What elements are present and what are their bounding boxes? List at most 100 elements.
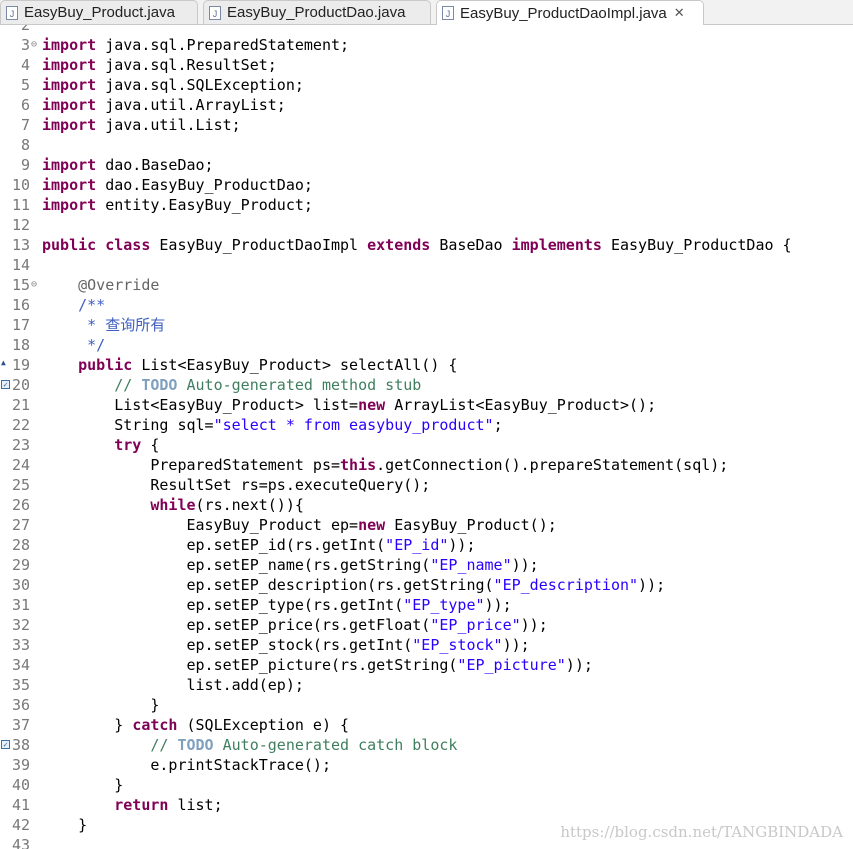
code-text: e.printStackTrace(); bbox=[42, 755, 331, 775]
token: BaseDao bbox=[430, 236, 512, 254]
token: e.printStackTrace(); bbox=[42, 756, 331, 774]
code-line[interactable]: 27 EasyBuy_Product ep=new EasyBuy_Produc… bbox=[0, 515, 853, 535]
token-kw: this bbox=[340, 456, 377, 474]
code-line[interactable]: 15 ⊖ @Override bbox=[0, 275, 853, 295]
code-line[interactable]: 17 * 查询所有 bbox=[0, 315, 853, 335]
tab-easybuy-productdao[interactable]: J EasyBuy_ProductDao.java bbox=[203, 0, 431, 24]
code-line[interactable]: 37 } catch (SQLException e) { bbox=[0, 715, 853, 735]
code-line[interactable]: 11 import entity.EasyBuy_Product; bbox=[0, 195, 853, 215]
override-marker-icon[interactable]: ▲ bbox=[1, 358, 6, 367]
code-line[interactable]: 10 import dao.EasyBuy_ProductDao; bbox=[0, 175, 853, 195]
line-number: 21 bbox=[11, 396, 30, 414]
token-kw: class bbox=[105, 236, 151, 254]
code-line[interactable]: 4 import java.sql.ResultSet; bbox=[0, 55, 853, 75]
code-line[interactable]: 29 ep.setEP_name(rs.getString("EP_name")… bbox=[0, 555, 853, 575]
token-doc: * 查询所有 bbox=[87, 316, 166, 334]
token-str: "EP_type" bbox=[403, 596, 485, 614]
line-number: 32 bbox=[11, 616, 30, 634]
code-line[interactable]: 7 import java.util.List; bbox=[0, 115, 853, 135]
code-text: try { bbox=[42, 435, 159, 455]
code-text: ep.setEP_stock(rs.getInt("EP_stock")); bbox=[42, 635, 529, 655]
token: ep.setEP_type(rs.getInt( bbox=[42, 596, 404, 614]
code-line[interactable]: 22 String sql="select * from easybuy_pro… bbox=[0, 415, 853, 435]
code-editor[interactable]: 2 3 ⊖ import java.sql.PreparedStatement; 4 im… bbox=[0, 25, 853, 849]
token: ; bbox=[493, 416, 503, 434]
line-number: 28 bbox=[11, 536, 30, 554]
code-line[interactable]: 32 ep.setEP_price(rs.getFloat("EP_price"… bbox=[0, 615, 853, 635]
code-line[interactable]: 41 return list; bbox=[0, 795, 853, 815]
token-kw: while bbox=[150, 496, 196, 514]
code-line[interactable]: 6 import java.util.ArrayList; bbox=[0, 95, 853, 115]
code-line[interactable]: 2 bbox=[0, 25, 853, 35]
token: { bbox=[141, 436, 160, 454]
code-line[interactable]: 30 ep.setEP_description(rs.getString("EP… bbox=[0, 575, 853, 595]
code-line[interactable]: 12 bbox=[0, 215, 853, 235]
code-line[interactable]: 21 List<EasyBuy_Product> list=new ArrayL… bbox=[0, 395, 853, 415]
code-line[interactable]: 28 ep.setEP_id(rs.getInt("EP_id")); bbox=[0, 535, 853, 555]
token-kw: public bbox=[78, 356, 133, 374]
tab-easybuy-productdaoimpl[interactable]: J EasyBuy_ProductDaoImpl.java ✕ bbox=[436, 0, 704, 25]
code-text: import dao.BaseDao; bbox=[42, 155, 214, 175]
token-kw: return bbox=[114, 796, 169, 814]
token-kw: catch bbox=[132, 716, 178, 734]
code-text: // TODO Auto-generated catch block bbox=[42, 735, 457, 755]
token-kw: import bbox=[42, 176, 97, 194]
code-text: import java.sql.SQLException; bbox=[42, 75, 304, 95]
code-line[interactable]: 18 */ bbox=[0, 335, 853, 355]
code-line[interactable]: 19 ▲ public List<EasyBuy_Product> selectA… bbox=[0, 355, 853, 375]
code-line[interactable]: 20 ✓ // TODO Auto-generated method stub bbox=[0, 375, 853, 395]
token: )); bbox=[520, 616, 548, 634]
line-number: 27 bbox=[11, 516, 30, 534]
line-number: 9 bbox=[20, 156, 30, 174]
code-line[interactable]: 33 ep.setEP_stock(rs.getInt("EP_stock"))… bbox=[0, 635, 853, 655]
token: list.add(ep); bbox=[42, 676, 304, 694]
task-marker-icon[interactable]: ✓ bbox=[1, 380, 10, 389]
task-marker-icon[interactable]: ✓ bbox=[1, 740, 10, 749]
line-number: 15 bbox=[11, 276, 30, 294]
code-line[interactable]: 26 while(rs.next()){ bbox=[0, 495, 853, 515]
close-tab-icon[interactable]: ✕ bbox=[674, 5, 685, 21]
token-str: "EP_description" bbox=[493, 576, 639, 594]
code-text: ep.setEP_name(rs.getString("EP_name")); bbox=[42, 555, 539, 575]
tab-easybuy-product[interactable]: J EasyBuy_Product.java bbox=[0, 0, 198, 24]
code-line[interactable]: 13 public class EasyBuy_ProductDaoImpl ex… bbox=[0, 235, 853, 255]
code-line[interactable]: 24 PreparedStatement ps=this.getConnecti… bbox=[0, 455, 853, 475]
line-number: 39 bbox=[11, 756, 30, 774]
code-text: while(rs.next()){ bbox=[42, 495, 304, 515]
tab-label: EasyBuy_ProductDaoImpl.java bbox=[460, 4, 667, 22]
token-kw: try bbox=[114, 436, 142, 454]
code-text: */ bbox=[42, 335, 105, 355]
code-text: PreparedStatement ps=this.getConnection(… bbox=[42, 455, 728, 475]
tab-label: EasyBuy_Product.java bbox=[24, 4, 175, 21]
token: (SQLException e) { bbox=[177, 716, 350, 734]
token: )); bbox=[511, 556, 539, 574]
token: java.util.ArrayList; bbox=[96, 96, 286, 114]
fold-toggle-icon[interactable]: ⊖ bbox=[31, 39, 37, 51]
code-line[interactable]: 36 } bbox=[0, 695, 853, 715]
code-line[interactable]: 38 ✓ // TODO Auto-generated catch block bbox=[0, 735, 853, 755]
code-line[interactable]: 34 ep.setEP_picture(rs.getString("EP_pic… bbox=[0, 655, 853, 675]
token: } bbox=[42, 816, 88, 834]
code-line[interactable]: 3 ⊖ import java.sql.PreparedStatement; bbox=[0, 35, 853, 55]
code-line[interactable]: 31 ep.setEP_type(rs.getInt("EP_type")); bbox=[0, 595, 853, 615]
code-line[interactable]: 39 e.printStackTrace(); bbox=[0, 755, 853, 775]
code-line[interactable]: 23 try { bbox=[0, 435, 853, 455]
code-line[interactable]: 5 import java.sql.SQLException; bbox=[0, 75, 853, 95]
code-line[interactable]: 25 ResultSet rs=ps.executeQuery(); bbox=[0, 475, 853, 495]
code-line[interactable]: 8 bbox=[0, 135, 853, 155]
code-line[interactable]: 9 import dao.BaseDao; bbox=[0, 155, 853, 175]
line-number: 35 bbox=[11, 676, 30, 694]
token: ArrayList<EasyBuy_Product>(); bbox=[385, 396, 657, 414]
token-cm: // bbox=[150, 736, 178, 754]
code-line[interactable]: 14 bbox=[0, 255, 853, 275]
fold-toggle-icon[interactable]: ⊖ bbox=[31, 279, 37, 291]
token-str: "EP_name" bbox=[430, 556, 512, 574]
code-line[interactable]: 40 } bbox=[0, 775, 853, 795]
token-kw: import bbox=[42, 156, 97, 174]
code-line[interactable]: 35 list.add(ep); bbox=[0, 675, 853, 695]
code-line[interactable]: 16 /** bbox=[0, 295, 853, 315]
watermark: https://blog.csdn.net/TANGBINDADA bbox=[560, 823, 843, 841]
